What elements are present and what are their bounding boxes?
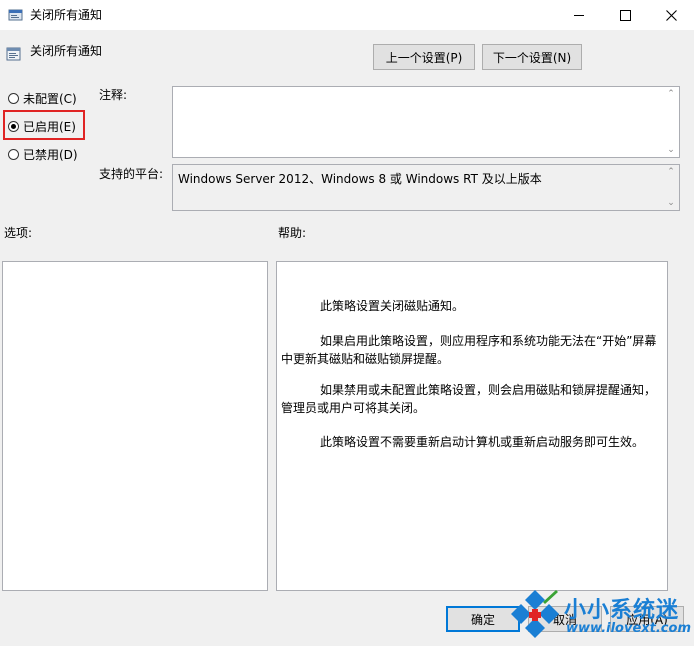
policy-app-icon: [8, 7, 24, 23]
help-paragraph-4: 此策略设置不需要重新启动计算机或重新启动服务即可生效。: [320, 435, 645, 449]
help-paragraph-3: 如果禁用或未配置此策略设置，则会启用磁贴和锁屏提醒通知，管理员或用户可将其关闭。: [281, 383, 657, 415]
radio-not-configured[interactable]: 未配置(C): [8, 89, 77, 107]
platform-scrollbar[interactable]: ⌃ ⌄: [665, 167, 677, 208]
close-button[interactable]: [648, 0, 694, 30]
policy-name: 关闭所有通知: [30, 44, 103, 58]
help-paragraph-1: 此策略设置关闭磁贴通知。: [320, 299, 465, 313]
comment-scrollbar[interactable]: ⌃ ⌄: [665, 89, 677, 155]
policy-dialog-window: 关闭所有通知 关闭所有通知 上一个设置(P) 下一个设置(N) 未配置(C) 已…: [0, 0, 694, 646]
platform-field[interactable]: Windows Server 2012、Windows 8 或 Windows …: [172, 164, 680, 211]
maximize-icon: [619, 9, 631, 21]
platform-value: Windows Server 2012、Windows 8 或 Windows …: [178, 172, 542, 186]
minimize-button[interactable]: [556, 0, 602, 30]
window-title: 关闭所有通知: [30, 8, 103, 22]
options-section-label: 选项:: [4, 226, 33, 240]
help-pane: 此策略设置关闭磁贴通知。 如果启用此策略设置，则应用程序和系统功能无法在“开始”…: [276, 261, 668, 591]
radio-not-configured-circle[interactable]: [8, 92, 19, 104]
watermark: 小小系统迷 www.ilovext.com: [508, 588, 694, 644]
title-bar[interactable]: 关闭所有通知: [0, 0, 694, 30]
radio-enabled[interactable]: 已启用(E): [8, 117, 76, 135]
scroll-down-icon[interactable]: ⌄: [665, 198, 677, 208]
radio-enabled-label: 已启用(E): [23, 119, 76, 134]
comment-label: 注释:: [99, 88, 128, 102]
options-pane: [2, 261, 268, 591]
policy-setting-icon: [6, 46, 22, 62]
close-icon: [665, 9, 677, 21]
next-setting-button[interactable]: 下一个设置(N): [482, 44, 582, 70]
comment-textarea[interactable]: ⌃ ⌄: [172, 86, 680, 158]
help-paragraph-2: 如果启用此策略设置，则应用程序和系统功能无法在“开始”屏幕中更新其磁贴和磁贴锁屏…: [281, 334, 657, 366]
watermark-url: www.ilovext.com: [566, 621, 691, 636]
radio-not-configured-label: 未配置(C): [23, 91, 77, 106]
radio-disabled-label: 已禁用(D): [23, 147, 78, 162]
maximize-button[interactable]: [602, 0, 648, 30]
radio-enabled-circle[interactable]: [8, 120, 19, 132]
radio-disabled[interactable]: 已禁用(D): [8, 145, 78, 163]
minimize-icon: [574, 14, 584, 16]
radio-disabled-circle[interactable]: [8, 148, 19, 160]
watermark-logo-icon: [511, 590, 559, 638]
scroll-up-icon[interactable]: ⌃: [665, 89, 677, 99]
help-section-label: 帮助:: [278, 226, 307, 240]
scroll-down-icon[interactable]: ⌄: [665, 145, 677, 155]
scroll-up-icon[interactable]: ⌃: [665, 167, 677, 177]
previous-setting-button[interactable]: 上一个设置(P): [373, 44, 475, 70]
watermark-brand: 小小系统迷: [564, 598, 680, 623]
platform-label: 支持的平台:: [99, 167, 164, 181]
